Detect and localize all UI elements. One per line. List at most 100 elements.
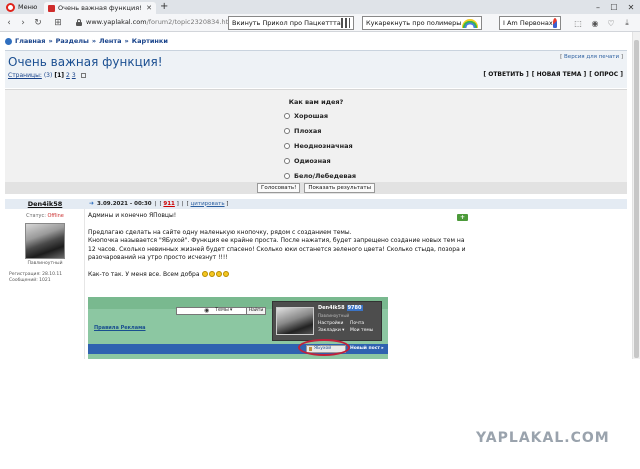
scrollbar-thumb[interactable]: [634, 40, 639, 358]
show-results-button[interactable]: Показать результаты: [304, 183, 375, 193]
print-version-link[interactable]: [ Версия для печати ]: [560, 54, 623, 60]
post-image-menu: Настройки Почта Закладки ▾ Мои темы: [318, 320, 382, 334]
pages-dropdown-icon[interactable]: [80, 73, 86, 78]
page-link-3[interactable]: 3: [72, 72, 76, 79]
ad-button-2[interactable]: Кукарекнуть про полимеры: [362, 16, 482, 30]
topic-title: Очень важная функция!: [8, 55, 163, 69]
post-image-avatar: [276, 307, 314, 335]
jester-icon: [552, 18, 557, 28]
new-tab-icon[interactable]: +: [160, 1, 168, 13]
post-paragraph: 12 часов. Сколько невинных жизней будет …: [88, 245, 466, 253]
poll-option-label: Плохая: [294, 127, 322, 135]
avatar[interactable]: [25, 223, 65, 259]
new-topic-link[interactable]: [ НОВАЯ ТЕМА ]: [532, 71, 587, 78]
breadcrumb-home[interactable]: Главная: [15, 37, 45, 45]
forward-icon[interactable]: ›: [17, 16, 29, 30]
radio-icon[interactable]: [284, 158, 290, 164]
address-bar: ‹ › ↻ ⊞ www.yaplakal.com/forum2/topic232…: [0, 14, 640, 32]
pagination: Страницы: (3) [1] 2 3: [8, 72, 86, 79]
speed-dial-icon[interactable]: ⊞: [52, 16, 64, 30]
poll-link[interactable]: [ ОПРОС ]: [589, 71, 623, 78]
poll-option[interactable]: Бело/Лебедевая: [284, 172, 356, 180]
post-image-menu-item: Мои темы: [350, 328, 374, 333]
pages-total: (3): [43, 72, 53, 79]
maximize-icon[interactable]: ☐: [606, 0, 622, 14]
watermark: YAPLAKAL.COM: [476, 430, 610, 446]
ad-button-1[interactable]: Вкинуть Прикол про Пацкеттта: [228, 16, 354, 30]
poll-option[interactable]: Плохая: [284, 127, 321, 135]
poll-option-label: Неоднозначная: [294, 142, 353, 150]
vote-button[interactable]: Голосовать!: [257, 183, 301, 193]
post-image-popup: Den4ik58 9780 Павлиноутный Настройки Почта…: [272, 301, 382, 341]
topic-header: Очень важная функция! [ Версия для печат…: [5, 50, 627, 88]
rainbow-icon: [462, 18, 478, 28]
breadcrumb-pictures[interactable]: Картинки: [132, 37, 168, 45]
post-image-nick-badge: 9780: [346, 305, 363, 311]
url-path: /forum2/topic2320834.html: [146, 18, 237, 26]
poll-option[interactable]: Хорошая: [284, 112, 328, 120]
post-number[interactable]: 911: [163, 201, 174, 207]
breadcrumb-feed[interactable]: Лента: [99, 37, 121, 45]
post-separator: |: [154, 200, 157, 207]
download-icon[interactable]: ⤓: [622, 18, 632, 28]
url-field[interactable]: www.yaplakal.com/forum2/topic2320834.htm…: [86, 18, 236, 26]
post-image-topics: Темы ▾: [215, 307, 233, 313]
poll-option-label: Бело/Лебедевая: [294, 172, 357, 180]
post-image-newpost: Новый пост ▸: [350, 346, 384, 351]
reply-label: ОТВЕТИТЬ: [488, 71, 524, 78]
ad-label-1: Вкинуть Прикол про Пацкеттта: [232, 19, 341, 27]
radio-icon[interactable]: [284, 143, 290, 149]
camera-icon[interactable]: ◉: [590, 18, 600, 28]
smiley-icon: [201, 270, 208, 277]
post-separator: |: [181, 200, 184, 207]
radio-icon[interactable]: [284, 113, 290, 119]
new-topic-label: НОВАЯ ТЕМА: [536, 71, 582, 78]
post-meta: ➜ 3.09.2021 - 00:30 | [ 911 ] | [ цитиро…: [89, 200, 228, 207]
poll-box: Как вам идея? Хорошая Плохая Неоднозначн…: [5, 89, 627, 190]
post-paragraph: Админы и конечно ЯПовцы!: [88, 212, 177, 219]
heart-icon[interactable]: ♡: [606, 18, 616, 28]
browser-menu-button[interactable]: Меню: [2, 1, 41, 13]
yaplakal-favicon-icon: [48, 4, 55, 12]
post-arrow-icon: ➜: [89, 200, 95, 207]
post-image-topics-label: Темы: [215, 307, 229, 313]
smilies: [201, 270, 229, 277]
poll-option-label: Хорошая: [294, 112, 329, 120]
breadcrumb-separator: »: [48, 37, 53, 45]
tab-close-icon[interactable]: ✕: [146, 4, 152, 12]
home-icon[interactable]: [5, 37, 12, 45]
pages-label: Страницы:: [8, 72, 42, 79]
page-scrollbar[interactable]: [632, 32, 640, 359]
radio-icon[interactable]: [284, 173, 290, 179]
opera-logo-icon: [6, 2, 15, 12]
post-image-links: Правила Реклама: [94, 325, 146, 331]
page-content: Главная » Разделы » Лента » Картинки Оче…: [0, 32, 632, 359]
poll-option[interactable]: Неоднозначная: [284, 142, 353, 150]
url-host: www.yaplakal.com: [86, 18, 147, 26]
post-author[interactable]: Den4ik58: [5, 200, 85, 208]
reply-link[interactable]: [ ОТВЕТИТЬ ]: [483, 71, 528, 78]
quote-link-wrap[interactable]: [ цитировать ]: [187, 201, 229, 207]
post-image-subtitle: Павлиноутный: [318, 313, 350, 318]
reload-icon[interactable]: ↻: [32, 16, 44, 30]
minimize-icon[interactable]: –: [590, 0, 606, 14]
qr-icon: [340, 18, 350, 28]
quote-link[interactable]: цитировать: [191, 201, 225, 207]
extensions-icon[interactable]: ⬚: [573, 18, 583, 28]
breadcrumb-sections[interactable]: Разделы: [56, 37, 89, 45]
post-number-link[interactable]: [ 911 ]: [159, 201, 178, 207]
post-image[interactable]: ◉ Темы ▾ Найти Правила Реклама Den4ik58 97…: [88, 297, 388, 359]
post-image-menu-item: Закладки ▾: [318, 328, 345, 333]
tab-title: Очень важная функция!: [58, 4, 142, 12]
breadcrumb-separator: »: [91, 37, 97, 45]
page-link-2[interactable]: 2: [66, 72, 70, 79]
post-header: Den4ik58 ➜ 3.09.2021 - 00:30 | [ 911 ] |…: [5, 199, 627, 209]
print-version-label[interactable]: Версия для печати: [564, 54, 619, 60]
post-paragraph: Как-то так. У меня все. Всем добра: [88, 270, 200, 278]
back-icon[interactable]: ‹: [3, 16, 15, 30]
radio-icon[interactable]: [284, 128, 290, 134]
poll-option[interactable]: Одиозная: [284, 157, 331, 165]
close-window-icon[interactable]: ✕: [623, 0, 639, 14]
browser-tab[interactable]: Очень важная функция! ✕: [44, 2, 156, 14]
ad-button-3[interactable]: I Am Первонах: [499, 16, 561, 30]
